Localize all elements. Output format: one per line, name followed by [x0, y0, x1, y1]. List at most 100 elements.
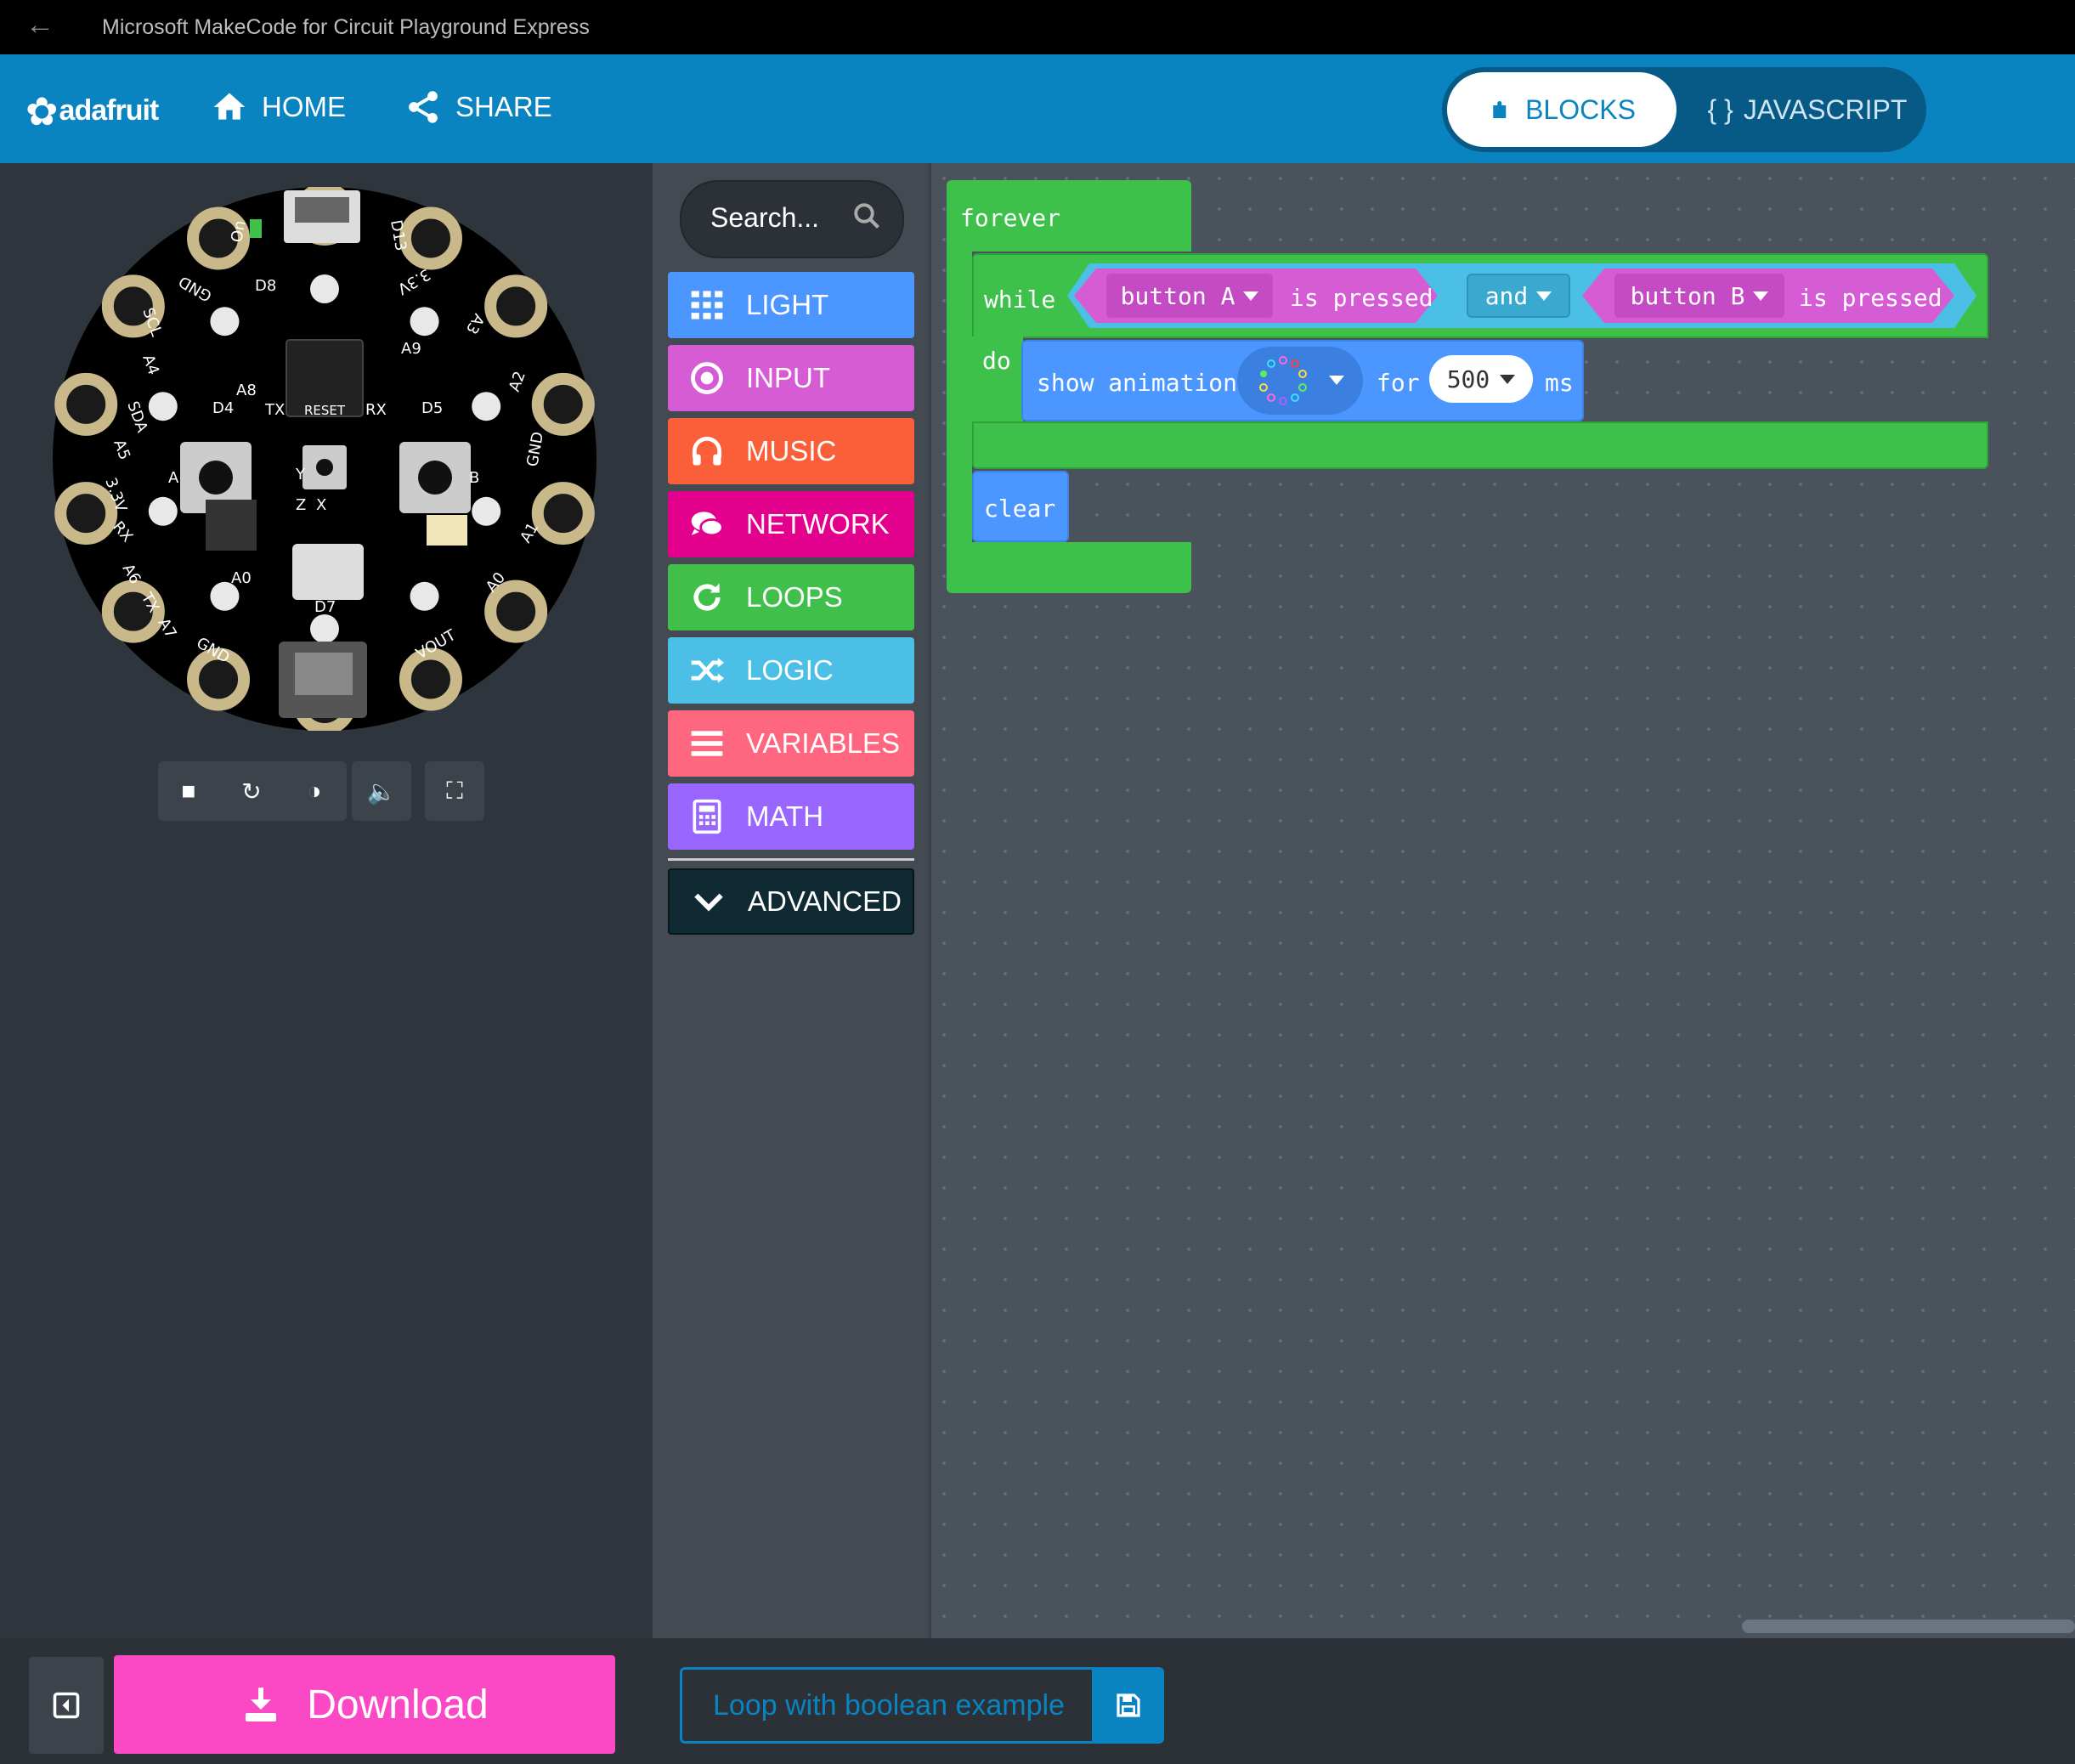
- category-variables[interactable]: VARIABLES: [668, 710, 914, 777]
- svg-text:TX: TX: [264, 401, 285, 419]
- search-input[interactable]: Search...: [680, 180, 904, 258]
- project-name-input[interactable]: Loop with boolean example: [680, 1667, 1092, 1744]
- share-button[interactable]: SHARE: [404, 88, 552, 126]
- svg-text:D7: D7: [314, 598, 336, 616]
- back-arrow-icon[interactable]: ←: [25, 8, 54, 42]
- adafruit-logo[interactable]: ✿adafruit: [25, 88, 160, 134]
- calculator-icon: [693, 799, 721, 834]
- neopixel-led: [410, 581, 439, 611]
- duration-value: 500: [1446, 365, 1490, 393]
- project-name-text: Loop with boolean example: [713, 1688, 1065, 1722]
- category-advanced[interactable]: ADVANCED: [668, 868, 914, 935]
- svg-text:RESET: RESET: [304, 403, 346, 418]
- sparkle-animation-icon: [1259, 356, 1307, 405]
- board-pad[interactable]: [531, 482, 595, 546]
- category-label: LOGIC: [746, 654, 834, 686]
- while-block-footer: [972, 421, 1988, 469]
- forever-block-arm: [947, 246, 972, 544]
- download-icon: [246, 1688, 277, 1722]
- blocks-tab[interactable]: BLOCKS: [1447, 72, 1676, 147]
- category-label: LOOPS: [746, 581, 843, 613]
- dropdown-arrow-icon: [1243, 291, 1259, 301]
- javascript-tab[interactable]: { } JAVASCRIPT: [1697, 72, 1918, 147]
- and-operator-dropdown[interactable]: and: [1467, 274, 1570, 318]
- chevron-down-icon: [694, 893, 723, 912]
- animation-picker[interactable]: [1237, 347, 1363, 415]
- board-pad[interactable]: [484, 580, 548, 643]
- board-pad[interactable]: [399, 647, 462, 711]
- category-label: MUSIC: [746, 435, 837, 466]
- circuit-playground-board[interactable]: On D13 GND D8 3.3V SCL A3 A9 A4 A2 SDA A…: [53, 187, 596, 731]
- forever-label: forever: [960, 204, 1061, 232]
- shuffle-icon: [691, 658, 725, 683]
- stop-button[interactable]: ■: [163, 761, 214, 821]
- logo-text: adafruit: [59, 94, 160, 127]
- neopixel-led: [148, 392, 178, 421]
- blocks-label: BLOCKS: [1525, 93, 1636, 125]
- svg-text:On: On: [228, 219, 249, 244]
- slow-mo-button[interactable]: ◑: [289, 761, 340, 821]
- neopixel-led: [472, 496, 501, 526]
- category-loops[interactable]: LOOPS: [668, 564, 914, 630]
- category-label: INPUT: [746, 362, 830, 393]
- board-pad[interactable]: [54, 372, 118, 436]
- neopixel-led: [472, 392, 501, 421]
- svg-text:Y: Y: [295, 466, 306, 483]
- horizontal-scrollbar[interactable]: [1742, 1620, 2075, 1633]
- category-light[interactable]: LIGHT: [668, 272, 914, 338]
- fullscreen-icon: ⛶: [446, 777, 463, 804]
- svg-text:D8: D8: [255, 277, 276, 295]
- button-b-dropdown[interactable]: button B: [1614, 274, 1784, 318]
- category-logic[interactable]: LOGIC: [668, 637, 914, 704]
- button-a-dropdown[interactable]: button A: [1106, 274, 1273, 318]
- headphones-icon: [692, 437, 722, 466]
- list-icon: [691, 731, 723, 756]
- toolbox-divider: [668, 858, 914, 861]
- neopixel-led: [310, 614, 339, 643]
- svg-text:X: X: [316, 496, 326, 514]
- category-label: VARIABLES: [746, 727, 900, 759]
- neopixel-led: [148, 496, 178, 526]
- target-icon: [691, 362, 723, 394]
- is-pressed-label-a: is pressed: [1290, 284, 1433, 312]
- mute-button[interactable]: 🔈: [352, 761, 411, 821]
- share-icon: [409, 91, 438, 123]
- dropdown-arrow-icon: [1500, 374, 1516, 384]
- for-label: for: [1377, 369, 1420, 397]
- category-math[interactable]: MATH: [668, 783, 914, 850]
- duration-dropdown[interactable]: 500: [1429, 355, 1533, 403]
- restart-button[interactable]: ↻: [226, 761, 277, 821]
- board-pad[interactable]: [484, 274, 548, 338]
- while-label: while: [984, 286, 1056, 314]
- clear-block[interactable]: clear: [972, 471, 1069, 542]
- chat-icon: [691, 512, 724, 537]
- adafruit-flower-icon: ✿: [25, 89, 59, 133]
- window-title: Microsoft MakeCode for Circuit Playgroun…: [102, 15, 590, 39]
- home-icon: [213, 93, 246, 120]
- svg-text:A9: A9: [401, 340, 421, 358]
- home-button[interactable]: HOME: [211, 88, 346, 126]
- show-animation-block[interactable]: show animation for 500 ms: [1021, 340, 1584, 421]
- stop-icon: ■: [181, 777, 196, 804]
- forever-block-header[interactable]: forever: [947, 180, 1191, 252]
- save-button[interactable]: [1092, 1667, 1164, 1744]
- category-input[interactable]: INPUT: [668, 345, 914, 411]
- svg-text:A8: A8: [236, 382, 257, 399]
- while-block-arm: do: [972, 336, 1023, 421]
- category-network[interactable]: NETWORK: [668, 491, 914, 557]
- fullscreen-button[interactable]: ⛶: [425, 761, 484, 821]
- home-label: HOME: [262, 91, 346, 122]
- puzzle-icon: [1493, 101, 1507, 118]
- category-label: LIGHT: [746, 289, 829, 320]
- download-button[interactable]: Download: [114, 1655, 615, 1754]
- board-pad[interactable]: [531, 372, 595, 436]
- board-pad[interactable]: [54, 482, 118, 546]
- svg-text:Z: Z: [296, 496, 306, 514]
- collapse-simulator-button[interactable]: [29, 1657, 104, 1754]
- svg-text:RX: RX: [365, 401, 387, 419]
- dropdown-arrow-icon: [1536, 291, 1552, 301]
- neopixel-led: [210, 307, 240, 336]
- dropdown-arrow-icon: [1753, 291, 1769, 301]
- category-music[interactable]: MUSIC: [668, 418, 914, 484]
- board-pad[interactable]: [399, 206, 462, 270]
